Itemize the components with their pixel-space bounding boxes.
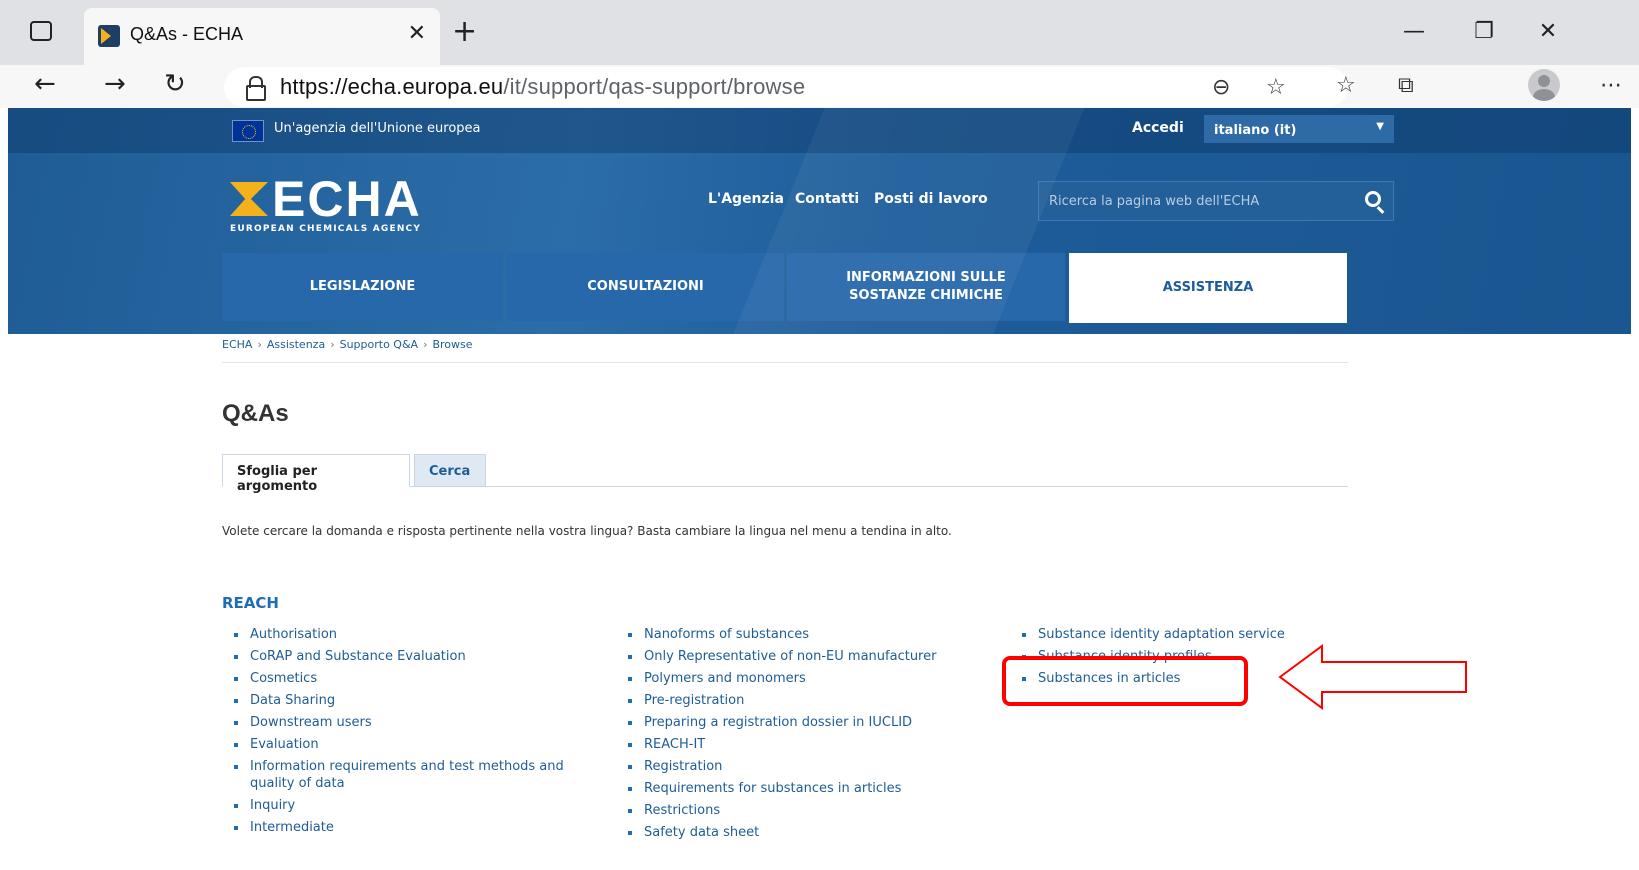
zoom-icon[interactable]: ⊖ xyxy=(1212,75,1230,100)
qa-tabs: Sfoglia per argomento Cerca xyxy=(222,454,1348,494)
back-icon[interactable]: ← xyxy=(34,69,56,99)
topic-link[interactable]: Cosmetics xyxy=(222,670,582,687)
reload-icon[interactable]: ↻ xyxy=(164,69,186,99)
collections-icon[interactable]: ⧉ xyxy=(1398,73,1414,98)
topic-link[interactable]: Inquiry xyxy=(222,797,582,814)
url-text: https://echa.europa.eu/it/support/qas-su… xyxy=(280,74,806,99)
search-icon[interactable] xyxy=(1365,191,1381,207)
intro-text: Volete cercare la domanda e risposta per… xyxy=(222,524,952,538)
topic-link[interactable]: Registration xyxy=(616,758,976,775)
chevron-down-icon: ▼ xyxy=(1376,121,1384,132)
add-favorite-icon[interactable]: ☆ xyxy=(1266,75,1286,100)
divider xyxy=(222,362,1348,363)
address-bar-row: ← → ↻ https://echa.europa.eu/it/support/… xyxy=(0,65,1639,108)
breadcrumb-support[interactable]: Assistenza xyxy=(267,338,325,351)
topic-link[interactable]: Only Representative of non-EU manufactur… xyxy=(616,648,976,665)
topic-link[interactable]: Polymers and monomers xyxy=(616,670,976,687)
site-search[interactable]: Ricerca la pagina web dell'ECHA xyxy=(1038,181,1394,221)
section-title-reach[interactable]: REACH xyxy=(222,594,279,612)
topic-link[interactable]: Preparing a registration dossier in IUCL… xyxy=(616,714,976,731)
tab-search[interactable]: Cerca xyxy=(414,454,486,487)
topic-link[interactable]: Pre-registration xyxy=(616,692,976,709)
more-icon[interactable]: ⋯ xyxy=(1600,73,1622,98)
topic-link[interactable]: Authorisation xyxy=(222,626,582,643)
topic-link[interactable]: CoRAP and Substance Evaluation xyxy=(222,648,582,665)
topic-link[interactable]: Safety data sheet xyxy=(616,824,976,841)
lock-icon[interactable] xyxy=(246,76,266,101)
left-arrow-icon xyxy=(1278,644,1467,710)
profile-avatar[interactable] xyxy=(1528,69,1560,101)
topic-link[interactable]: Downstream users xyxy=(222,714,582,731)
topic-link[interactable]: Evaluation xyxy=(222,736,582,753)
language-select[interactable]: italiano (it) ▼ xyxy=(1204,115,1394,143)
breadcrumb-separator: › xyxy=(330,338,335,351)
topic-link[interactable]: Substance identity adaptation service xyxy=(1010,626,1350,643)
topic-column-1: Authorisation CoRAP and Substance Evalua… xyxy=(222,626,582,841)
topic-link[interactable]: REACH-IT xyxy=(616,736,976,753)
window-close-icon[interactable]: ✕ xyxy=(1528,12,1568,52)
highlight-box xyxy=(1002,656,1248,706)
topic-link[interactable]: Requirements for substances in articles xyxy=(616,780,976,797)
tab-title: Q&As - ECHA xyxy=(130,24,244,44)
page-title: Q&As xyxy=(222,400,289,427)
tab-actions-icon[interactable] xyxy=(30,21,52,41)
nav-jobs[interactable]: Posti di lavoro xyxy=(874,191,988,207)
language-value: italiano (it) xyxy=(1214,123,1297,138)
mainnav-chemical-info[interactable]: INFORMAZIONI SULLE SOSTANZE CHIMICHE xyxy=(787,253,1065,321)
forward-icon[interactable]: → xyxy=(104,69,126,99)
breadcrumb-qa-support[interactable]: Supporto Q&A xyxy=(340,338,418,351)
mainnav-consultations[interactable]: CONSULTAZIONI xyxy=(507,253,784,321)
browser-tabbar: Q&As - ECHA ✕ + — ❐ ✕ xyxy=(0,0,1639,65)
browser-tab[interactable]: Q&As - ECHA ✕ xyxy=(84,8,440,65)
echa-logo-mark-icon xyxy=(230,182,268,216)
breadcrumb: ECHA › Assistenza › Supporto Q&A › Browse xyxy=(222,338,473,351)
nav-contacts[interactable]: Contatti xyxy=(795,191,859,207)
login-link[interactable]: Accedi xyxy=(1132,120,1184,136)
topic-link[interactable]: Restrictions xyxy=(616,802,976,819)
topic-link[interactable]: Data Sharing xyxy=(222,692,582,709)
mainnav-support[interactable]: ASSISTENZA xyxy=(1069,253,1347,323)
search-placeholder: Ricerca la pagina web dell'ECHA xyxy=(1049,194,1260,209)
topic-column-2: Nanoforms of substances Only Representat… xyxy=(616,626,976,846)
nav-agency[interactable]: L'Agenzia xyxy=(708,191,784,207)
breadcrumb-echa[interactable]: ECHA xyxy=(222,338,252,351)
logo-subtitle: EUROPEAN CHEMICALS AGENCY xyxy=(230,224,422,234)
eu-flag-icon xyxy=(232,120,264,142)
topic-link[interactable]: Nanoforms of substances xyxy=(616,626,976,643)
new-tab-icon[interactable]: + xyxy=(452,14,477,49)
close-tab-icon[interactable]: ✕ xyxy=(408,21,426,46)
restore-icon[interactable]: ❐ xyxy=(1464,12,1504,52)
favorites-icon[interactable]: ☆ xyxy=(1336,73,1356,98)
url-field[interactable]: https://echa.europa.eu/it/support/qas-su… xyxy=(224,67,1348,107)
topic-link[interactable]: Intermediate xyxy=(222,819,582,836)
eu-agency-text: Un'agenzia dell'Unione europea xyxy=(274,121,481,136)
breadcrumb-browse[interactable]: Browse xyxy=(432,338,472,351)
site-header: Un'agenzia dell'Unione europea Accedi it… xyxy=(8,108,1631,334)
tab-browse-by-topic[interactable]: Sfoglia per argomento xyxy=(222,454,410,494)
breadcrumb-separator: › xyxy=(257,338,262,351)
breadcrumb-separator: › xyxy=(423,338,428,351)
mainnav-legislation[interactable]: LEGISLAZIONE xyxy=(222,253,503,321)
logo-word: ECHA xyxy=(272,171,422,227)
minimize-icon[interactable]: — xyxy=(1394,12,1434,52)
echa-favicon-icon xyxy=(98,25,120,47)
topic-link[interactable]: Information requirements and test method… xyxy=(222,758,582,792)
